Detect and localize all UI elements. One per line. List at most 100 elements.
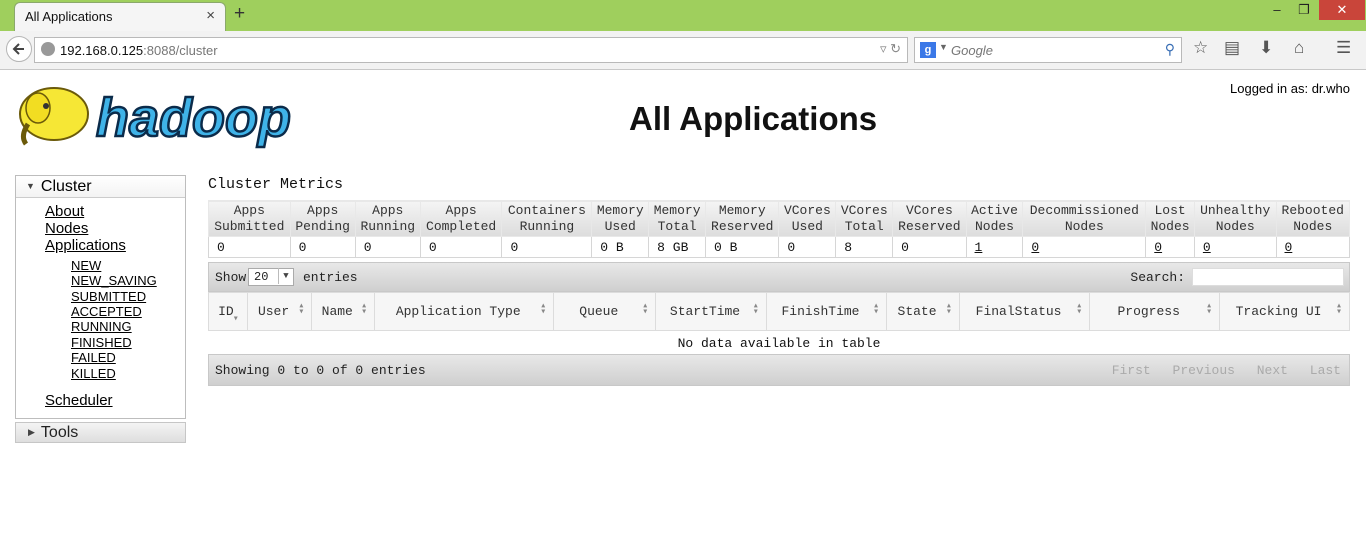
metric-value: 0: [354, 236, 421, 258]
pager-previous-button[interactable]: Previous: [1173, 363, 1235, 378]
column-header-finalstatus[interactable]: FinalStatus ▴ ▾: [958, 292, 1091, 331]
sort-icon: ▴ ▾: [1076, 301, 1083, 318]
metric-header: Rebooted Nodes: [1275, 200, 1350, 237]
apps-table-toolbar: Show 20 ▼ entries Search:: [208, 262, 1350, 292]
apps-table-footer: Showing 0 to 0 of 0 entries First Previo…: [208, 354, 1350, 386]
browser-tab[interactable]: All Applications ×: [14, 2, 226, 31]
window-close-button[interactable]: ✕: [1319, 0, 1365, 20]
column-header-starttime[interactable]: StartTime ▴ ▾: [655, 292, 767, 331]
address-bar[interactable]: 192.168.0.125:8088/cluster ▿ ↻: [34, 37, 908, 63]
applications-table: ID ▾ User ▴ ▾ Name ▴ ▾ Application Type ▴ ▾ Que…: [208, 292, 1350, 355]
browser-titlebar: All Applications × + – ❐ ✕: [0, 0, 1366, 31]
minimize-button[interactable]: –: [1262, 0, 1292, 20]
pager-first-button[interactable]: First: [1112, 363, 1151, 378]
cluster-metrics-table: Apps Submitted Apps Pending Apps Running Ap…: [208, 200, 1350, 258]
chevron-down-icon: ▼: [278, 268, 293, 284]
table-info: Showing 0 to 0 of 0 entries: [215, 363, 426, 378]
logged-in-status: Logged in as: dr.who: [1230, 81, 1350, 96]
table-row-empty: No data available in table: [209, 331, 1350, 356]
menu-icon[interactable]: ☰: [1336, 38, 1351, 58]
sort-icon: ▾: [232, 314, 239, 325]
metric-value: 0: [892, 236, 967, 258]
metric-value: 8: [835, 236, 894, 258]
column-header-queue[interactable]: Queue ▴ ▾: [553, 292, 657, 331]
bookmark-star-icon[interactable]: ☆: [1193, 38, 1208, 58]
metric-value: 0 B: [705, 236, 780, 258]
metric-header: Unhealthy Nodes: [1193, 200, 1277, 237]
sidebar-link-about[interactable]: About: [45, 203, 84, 220]
browser-navbar: 192.168.0.125:8088/cluster ▿ ↻ g ▼ Googl…: [0, 31, 1366, 70]
unhealthy-nodes-link[interactable]: 0: [1193, 236, 1277, 258]
sidebar-state-finished[interactable]: FINISHED: [71, 335, 132, 350]
search-label: Search:: [1130, 270, 1185, 285]
back-arrow-icon: [12, 43, 24, 55]
column-header-progress[interactable]: Progress ▴ ▾: [1089, 292, 1221, 331]
sidebar-state-running[interactable]: RUNNING: [71, 319, 132, 334]
metric-header: Lost Nodes: [1145, 200, 1195, 237]
apps-header-row: ID ▾ User ▴ ▾ Name ▴ ▾ Application Type ▴ ▾ Que…: [208, 292, 1350, 331]
bookmarks-list-icon[interactable]: ▤: [1224, 38, 1240, 58]
column-header-user[interactable]: User ▴ ▾: [246, 292, 313, 331]
close-tab-icon[interactable]: ×: [206, 7, 215, 24]
cluster-header[interactable]: ▼ Cluster: [16, 176, 185, 198]
pager-next-button[interactable]: Next: [1257, 363, 1288, 378]
metric-header: Decommissioned Nodes: [1022, 200, 1147, 237]
chevron-down-icon: ▼: [26, 181, 35, 191]
metrics-value-row: 0 0 0 0 0 0 B 8 GB 0 B 0 8 0 1 0 0 0 0: [208, 236, 1350, 258]
sidebar-state-submitted[interactable]: SUBMITTED: [71, 289, 146, 304]
sidebar-state-accepted[interactable]: ACCEPTED: [71, 304, 142, 319]
show-label: Show: [215, 270, 247, 285]
column-header-id[interactable]: ID ▾: [208, 292, 248, 331]
new-tab-button[interactable]: +: [234, 3, 245, 25]
empty-table-message: No data available in table: [677, 335, 881, 351]
pager-last-button[interactable]: Last: [1310, 363, 1341, 378]
back-button[interactable]: [6, 36, 32, 62]
reload-icon[interactable]: ▿ ↻: [880, 41, 901, 57]
active-nodes-link[interactable]: 1: [965, 236, 1024, 258]
search-icon[interactable]: ⚲: [1165, 41, 1175, 58]
google-icon[interactable]: g: [920, 42, 936, 58]
column-header-application-type[interactable]: Application Type ▴ ▾: [374, 292, 555, 331]
metric-header: Apps Submitted: [208, 200, 291, 237]
sidebar-link-nodes[interactable]: Nodes: [45, 220, 88, 237]
hadoop-logo[interactable]: hadoop: [16, 80, 316, 152]
metric-header: Active Nodes: [965, 200, 1024, 237]
apps-search-input[interactable]: [1192, 268, 1344, 286]
rebooted-nodes-link[interactable]: 0: [1275, 236, 1350, 258]
sidebar-state-failed[interactable]: FAILED: [71, 350, 116, 365]
globe-icon: [41, 42, 55, 56]
metric-header: Memory Reserved: [705, 200, 780, 237]
metric-value: 0 B: [591, 236, 650, 258]
metric-header: Apps Pending: [289, 200, 356, 237]
sidebar-state-new[interactable]: NEW: [71, 258, 101, 273]
page-size-select[interactable]: 20 ▼: [248, 268, 294, 286]
column-header-name[interactable]: Name ▴ ▾: [311, 292, 376, 331]
decommissioned-nodes-link[interactable]: 0: [1022, 236, 1147, 258]
home-icon[interactable]: ⌂: [1294, 38, 1304, 58]
chevron-down-icon[interactable]: ▼: [939, 42, 948, 52]
column-header-tracking-ui[interactable]: Tracking UI ▴ ▾: [1219, 292, 1350, 331]
sort-icon: ▴ ▾: [1206, 301, 1213, 318]
metric-value: 0: [208, 236, 291, 258]
download-icon[interactable]: ⬇: [1259, 38, 1273, 58]
metric-header: Apps Completed: [419, 200, 503, 237]
sidebar-state-killed[interactable]: KILLED: [71, 366, 116, 381]
sort-icon: ▴ ▾: [298, 301, 305, 318]
sidebar-tools[interactable]: ▶ Tools: [15, 422, 186, 443]
sidebar-link-applications[interactable]: Applications: [45, 237, 126, 254]
sort-icon: ▴ ▾: [873, 301, 880, 318]
url-text: 192.168.0.125:8088/cluster: [60, 43, 218, 58]
sort-icon: ▴ ▾: [1335, 301, 1342, 318]
lost-nodes-link[interactable]: 0: [1145, 236, 1195, 258]
search-bar[interactable]: g ▼ Google ⚲: [914, 37, 1182, 63]
metric-header: Memory Used: [591, 200, 650, 237]
sort-icon: ▴ ▾: [642, 301, 649, 318]
metric-value: 0: [289, 236, 356, 258]
column-header-finishtime[interactable]: FinishTime ▴ ▾: [765, 292, 888, 331]
sidebar-state-new-saving[interactable]: NEW_SAVING: [71, 273, 157, 288]
column-header-state[interactable]: State ▴ ▾: [886, 292, 960, 331]
sidebar-link-scheduler[interactable]: Scheduler: [45, 392, 113, 409]
metric-value: 8 GB: [648, 236, 707, 258]
metric-value: 0: [419, 236, 503, 258]
maximize-button[interactable]: ❐: [1289, 0, 1319, 20]
